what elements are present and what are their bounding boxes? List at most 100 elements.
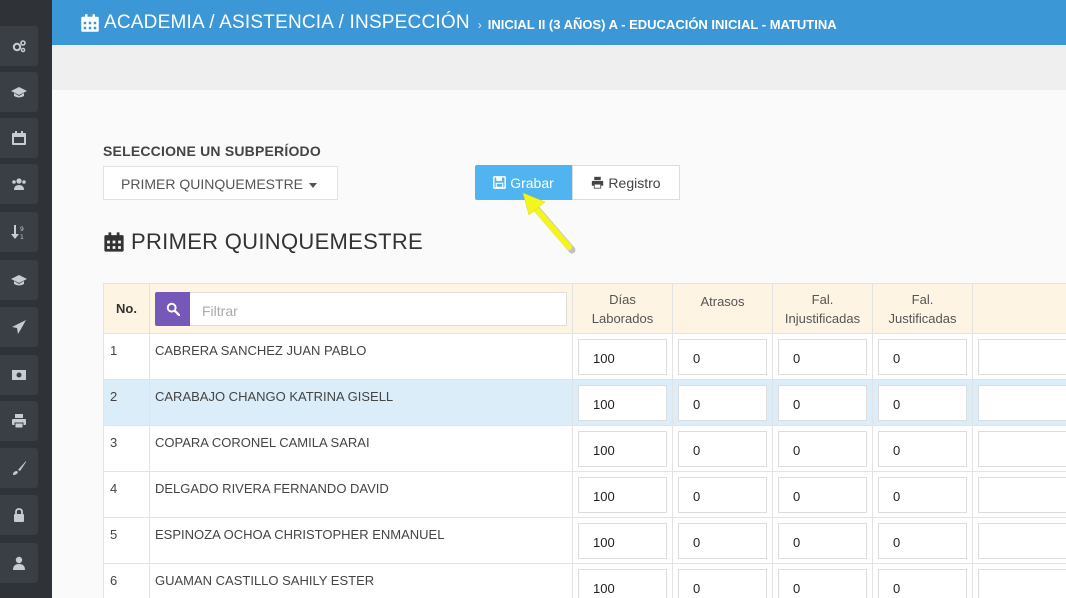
dias-laborados-input[interactable]: 100 [578, 523, 667, 559]
faltas-justificadas-input[interactable]: 0 [878, 339, 967, 375]
subperiod-dropdown[interactable]: PRIMER QUINQUEMESTRE [103, 166, 338, 200]
breadcrumb: ACADEMIA / ASISTENCIA / INSPECCIÓN [104, 11, 470, 33]
toolbar-band [52, 45, 1066, 90]
svg-text:1: 1 [20, 234, 24, 240]
search-button[interactable] [155, 291, 190, 326]
col-header-faltas-justificadas: Fal. Justificadas [872, 283, 973, 334]
table-row: 3 COPARA CORONEL CAMILA SARAI 100 0 0 0 [103, 425, 1066, 472]
col-header-text: Fal. [911, 291, 934, 307]
sidebar-item-academic[interactable] [0, 72, 38, 112]
atrasos-input[interactable]: 0 [678, 477, 767, 513]
breadcrumb-separator: › [477, 17, 482, 32]
sidebar-item-sort[interactable]: 91 [0, 212, 38, 252]
graduation-cap-icon [11, 275, 27, 286]
faltas-justificadas-input[interactable]: 0 [878, 523, 967, 559]
atrasos-input[interactable]: 0 [678, 431, 767, 467]
extra-input[interactable] [978, 431, 1066, 467]
dias-laborados-input[interactable]: 100 [578, 339, 667, 375]
row-number: 2 [103, 379, 150, 426]
dias-laborados-input[interactable]: 100 [578, 477, 667, 513]
row-number: 4 [103, 471, 150, 518]
col-header-no: No. [103, 283, 150, 334]
table-header-row: No. Filtrar Días Laborados Atrasos Fal. In… [103, 283, 1066, 334]
atrasos-input[interactable]: 0 [678, 569, 767, 598]
floppy-disk-icon [493, 176, 507, 189]
col-header-text: Fal. [811, 291, 834, 307]
sidebar-item-messages[interactable] [0, 307, 38, 347]
sidebar: 91 [0, 0, 52, 598]
col-header-dias-laborados: Días Laborados [572, 283, 673, 334]
users-icon [12, 178, 26, 190]
col-header-atrasos: Atrasos [672, 283, 773, 334]
sidebar-item-profile[interactable] [0, 543, 38, 583]
sidebar-item-courses[interactable] [0, 260, 38, 300]
col-header-text: Justificadas [888, 310, 957, 326]
sidebar-item-security[interactable] [0, 495, 38, 535]
table-row: 4 DELGADO RIVERA FERNANDO DAVID 100 0 0 … [103, 471, 1066, 518]
student-name: DELGADO RIVERA FERNANDO DAVID [149, 471, 573, 518]
pointer-arrow-icon [522, 192, 576, 254]
subperiod-label: SELECCIONE UN SUBPERÍODO [103, 143, 321, 159]
sidebar-item-payments[interactable] [0, 355, 38, 395]
extra-input[interactable] [978, 477, 1066, 513]
table-row: 1 CABRERA SANCHEZ JUAN PABLO 100 0 0 0 [103, 333, 1066, 380]
extra-input[interactable] [978, 569, 1066, 598]
save-button-label: Grabar [510, 174, 554, 191]
print-icon [12, 414, 26, 429]
sidebar-item-settings[interactable] [0, 26, 38, 66]
search-icon [166, 302, 180, 316]
student-name: ESPINOZA OCHOA CHRISTOPHER ENMANUEL [149, 517, 573, 564]
student-name: CARABAJO CHANGO KATRINA GISELL [149, 379, 573, 426]
extra-input[interactable] [978, 339, 1066, 375]
register-button[interactable]: Registro [572, 165, 680, 200]
student-name: CABRERA SANCHEZ JUAN PABLO [149, 333, 573, 380]
atrasos-input[interactable]: 0 [678, 523, 767, 559]
extra-input[interactable] [978, 523, 1066, 559]
svg-text:9: 9 [20, 226, 24, 233]
register-button-label: Registro [608, 174, 661, 191]
calendar-icon [12, 131, 26, 145]
lock-icon [14, 508, 24, 522]
faltas-justificadas-input[interactable]: 0 [878, 385, 967, 421]
calendar-icon [104, 232, 124, 252]
table-row: 5 ESPINOZA OCHOA CHRISTOPHER ENMANUEL 10… [103, 517, 1066, 564]
faltas-injustificadas-input[interactable]: 0 [778, 569, 867, 598]
period-title: PRIMER QUINQUEMESTRE [103, 229, 423, 255]
faltas-injustificadas-input[interactable]: 0 [778, 431, 867, 467]
row-number: 3 [103, 425, 150, 472]
user-icon [13, 556, 25, 570]
col-header-faltas-injustificadas: Fal. Injustificadas [772, 283, 873, 334]
page-header: ACADEMIA / ASISTENCIA / INSPECCIÓN › INI… [52, 0, 1066, 45]
sidebar-item-users[interactable] [0, 164, 38, 204]
period-title-text: PRIMER QUINQUEMESTRE [131, 229, 424, 254]
sidebar-item-design[interactable] [0, 448, 38, 488]
faltas-justificadas-input[interactable]: 0 [878, 477, 967, 513]
extra-input[interactable] [978, 385, 1066, 421]
col-header-text: Injustificadas [784, 310, 861, 326]
atrasos-input[interactable]: 0 [678, 339, 767, 375]
col-header-extra: C [972, 283, 1066, 334]
attendance-table: No. Filtrar Días Laborados Atrasos Fal. In… [103, 283, 1066, 598]
sidebar-item-print[interactable] [0, 401, 38, 441]
calendar-icon [81, 13, 99, 32]
faltas-injustificadas-input[interactable]: 0 [778, 385, 867, 421]
faltas-justificadas-input[interactable]: 0 [878, 431, 967, 467]
gears-icon [12, 40, 26, 53]
student-name: COPARA CORONEL CAMILA SARAI [149, 425, 573, 472]
sort-numeric-icon: 91 [11, 225, 24, 240]
subperiod-selected: PRIMER QUINQUEMESTRE [121, 176, 304, 192]
faltas-injustificadas-input[interactable]: 0 [778, 523, 867, 559]
atrasos-input[interactable]: 0 [678, 385, 767, 421]
faltas-injustificadas-input[interactable]: 0 [778, 477, 867, 513]
faltas-injustificadas-input[interactable]: 0 [778, 339, 867, 375]
table-row: 2 CARABAJO CHANGO KATRINA GISELL 100 0 0… [103, 379, 1066, 426]
faltas-justificadas-input[interactable]: 0 [878, 569, 967, 598]
dias-laborados-input[interactable]: 100 [578, 569, 667, 598]
dias-laborados-input[interactable]: 100 [578, 431, 667, 467]
paint-brush-icon [13, 461, 26, 475]
col-header-filter: Filtrar [149, 283, 573, 334]
col-header-text: Laborados [591, 310, 654, 326]
filter-input[interactable]: Filtrar [190, 291, 567, 326]
dias-laborados-input[interactable]: 100 [578, 385, 667, 421]
sidebar-item-calendar[interactable] [0, 118, 38, 158]
